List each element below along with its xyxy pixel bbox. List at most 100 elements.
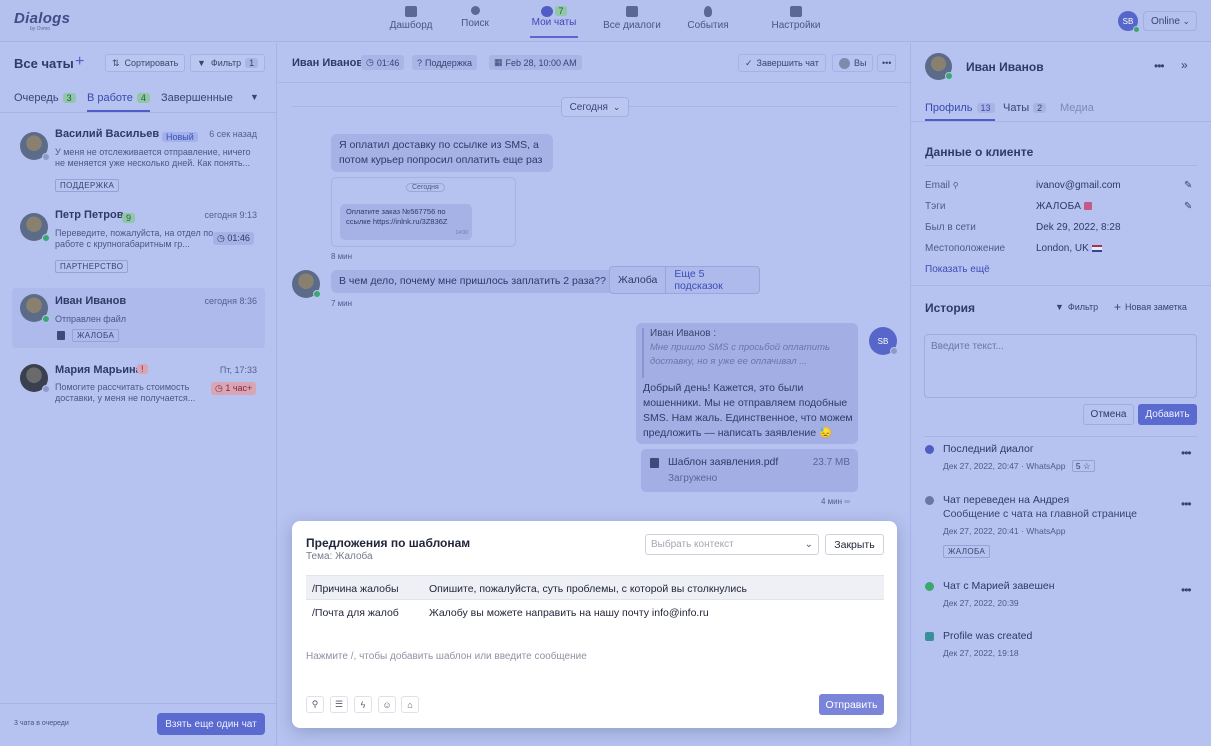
status-select[interactable]: Online ⌄	[1143, 11, 1197, 31]
agent-avatar: SB	[869, 327, 898, 355]
lightning-icon[interactable]: ϟ	[354, 696, 372, 713]
date-separator[interactable]: Сегодня ⌄	[561, 97, 629, 117]
tabs-more-icon[interactable]: ▼	[250, 92, 259, 102]
file-attachment[interactable]: Шаблон заявления.pdf 23.7 MB Загружено	[641, 449, 858, 492]
cancel-button[interactable]: Отмена	[1083, 404, 1134, 425]
add-chat-icon[interactable]: +	[75, 53, 84, 71]
nav-my-chats[interactable]: 7 Мои чаты	[530, 6, 578, 38]
my-chats-badge: 7	[555, 6, 567, 17]
send-button[interactable]: Отправить	[819, 694, 884, 715]
show-more-link[interactable]: Показать ещё	[925, 264, 990, 275]
chat-list-item[interactable]: Петр Петров 9 сегодня 9:13 Переведите, п…	[12, 207, 265, 273]
field-tags: ЖАЛОБА	[1036, 201, 1093, 212]
chat-time: Пт, 17:33	[219, 365, 257, 375]
tab-queue[interactable]: Очередь 3	[14, 92, 76, 104]
attached-image[interactable]: Сегодня Оплатите заказ №567756 по ссылке…	[331, 177, 516, 247]
hint-complaint[interactable]: Жалоба	[610, 267, 667, 293]
file-icon	[650, 458, 659, 468]
divider	[0, 703, 277, 704]
add-note-button[interactable]: Добавить	[1138, 404, 1197, 425]
context-select[interactable]: Выбрать контекст ⌄	[645, 534, 819, 555]
note-textarea[interactable]: Введите текст...	[924, 334, 1197, 398]
search-icon	[470, 6, 480, 15]
field-label: Тэги	[925, 201, 946, 212]
more-icon[interactable]: •••	[1154, 59, 1165, 73]
nav-all-dialogs[interactable]: Все диалоги	[601, 6, 663, 38]
sort-button[interactable]: ⇅ Сортировать	[105, 54, 186, 72]
chat-timer: ◷ 01:46	[361, 55, 405, 70]
message-time: 7 мин	[331, 299, 353, 308]
close-button[interactable]: Закрыть	[825, 534, 884, 555]
nav-search[interactable]: Поиск	[455, 6, 495, 38]
chat-date: ▦ Feb 28, 10:00 AM	[489, 55, 582, 70]
emoji-icon[interactable]: ☺	[378, 696, 396, 713]
edit-icon[interactable]: ✎	[1184, 201, 1192, 212]
chat-time: 6 сек назад	[209, 129, 257, 139]
new-note-button[interactable]: + Новая заметка	[1108, 298, 1193, 316]
tab-profile[interactable]: Профиль 13	[925, 102, 995, 121]
field-label: Местоположение	[925, 243, 1006, 254]
app-logo[interactable]: Dialogs	[14, 10, 70, 27]
new-badge: Новый	[162, 132, 198, 142]
nav-events[interactable]: События	[686, 6, 730, 38]
filter-button[interactable]: ▼ Фильтр 1	[190, 54, 266, 72]
chat-tag: ЖАЛОБА	[72, 329, 120, 342]
chats-icon	[541, 6, 554, 17]
history-event-meta: Дек 27, 2022, 20:39	[943, 598, 1019, 608]
plus-icon: +	[1114, 300, 1122, 314]
history-event-meta: Дек 27, 2022, 19:18	[943, 648, 1019, 658]
client-message: В чем дело, почему мне пришлось заплатит…	[331, 270, 614, 293]
modal-title: Предложения по шаблонам	[306, 536, 471, 550]
take-chat-button[interactable]: Взять еще один чат	[157, 713, 265, 735]
pin-icon: ⚲	[952, 181, 959, 190]
chat-list-title: Все чаты	[14, 56, 74, 71]
more-hints-link[interactable]: Еще 5 подсказок	[666, 268, 759, 292]
nav-dashboard[interactable]: Дашборд	[388, 6, 434, 38]
filter-icon: ▼	[197, 58, 206, 68]
client-avatar	[292, 270, 321, 298]
tab-chats[interactable]: Чаты 2	[1003, 102, 1047, 114]
check-icon	[925, 582, 934, 591]
dashboard-icon	[405, 6, 417, 17]
template-row[interactable]: /Причина жалобы Опишите, пожалуйста, сут…	[306, 575, 884, 600]
user-avatar[interactable]: SB	[1118, 11, 1140, 33]
flag-icon	[1091, 244, 1102, 252]
tab-completed[interactable]: Завершенные	[161, 92, 233, 104]
chat-preview: У меня не отслеживается отправление, нич…	[55, 147, 251, 168]
history-filter-button[interactable]: ▼ Фильтр	[1049, 298, 1104, 316]
history-event-title: Последний диалог	[943, 443, 1034, 455]
tab-in-work[interactable]: В работе 4	[87, 92, 150, 112]
edit-icon[interactable]: ✎	[1184, 180, 1192, 191]
section-title: Данные о клиенте	[925, 145, 1034, 159]
template-row[interactable]: /Почта для жалоб Жалобу вы можете направ…	[306, 600, 884, 625]
chat-name: Иван Иванов	[55, 295, 127, 307]
chat-list-item[interactable]: Василий Васильев Новый 6 сек назад У мен…	[12, 126, 265, 192]
nav-settings[interactable]: Настройки	[770, 6, 822, 38]
agent-message-text: Добрый день! Кажется, это были мошенники…	[643, 382, 853, 439]
chat-list-item[interactable]: Мария Марьина ! Пт, 17:33 Помогите рассч…	[12, 358, 265, 424]
message-input[interactable]: Нажмите /, чтобы добавить шаблон или вве…	[306, 651, 587, 662]
more-icon[interactable]: •••	[1181, 583, 1192, 597]
collapse-icon[interactable]: »	[1181, 58, 1188, 72]
chat-name: Мария Марьина	[55, 364, 142, 376]
attach-icon[interactable]: ⚲	[306, 696, 324, 713]
logo-subtitle: by Ovmo	[30, 26, 51, 32]
client-message: Я оплатил доставку по ссылке из SMS, а п…	[331, 134, 553, 172]
chat-preview: Переведите, пожалуйста, на отдел по рабо…	[55, 228, 214, 249]
tab-media[interactable]: Медиа	[1060, 102, 1094, 114]
avatar	[20, 132, 50, 161]
template-icon[interactable]: ☰	[330, 696, 348, 713]
message-time: 8 мин	[331, 252, 353, 261]
chat-list-item[interactable]: Иван Иванов сегодня 8:36 Отправлен файл …	[12, 288, 265, 348]
chat-name: Василий Васильев	[55, 128, 160, 140]
more-icon[interactable]: •••	[877, 54, 897, 72]
reply-quote: Иван Иванов : Мне пришло SMS с просьбой …	[642, 328, 852, 378]
more-icon[interactable]: •••	[1181, 497, 1192, 511]
bookmark-icon[interactable]: ⌂	[401, 696, 419, 713]
assignee-button[interactable]: Вы	[832, 54, 874, 72]
finish-chat-button[interactable]: ✓ Завершить чат	[738, 54, 826, 72]
more-icon[interactable]: •••	[1181, 446, 1192, 460]
status-dot	[313, 290, 321, 298]
field-email: ivanov@gmail.com	[1036, 180, 1121, 191]
calendar-icon: ▦	[494, 57, 503, 67]
